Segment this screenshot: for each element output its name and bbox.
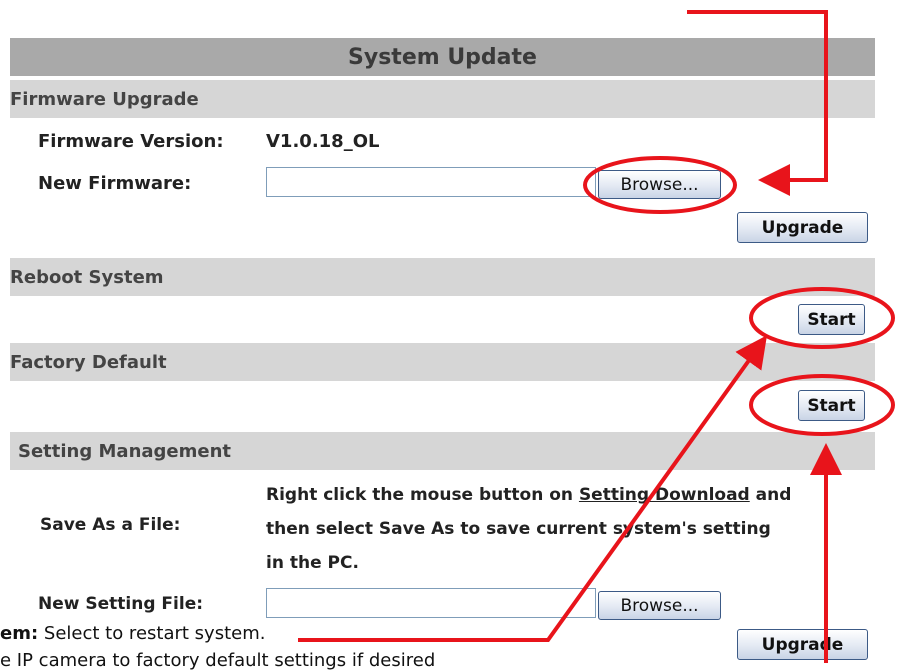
reboot-start-button[interactable]: Start	[798, 304, 865, 335]
save-as-file-label: Save As a File:	[40, 515, 181, 535]
section-label: Reboot System	[10, 266, 164, 288]
save-text-1: Right click the mouse button on	[266, 485, 579, 505]
firmware-version-label: Firmware Version:	[38, 131, 224, 152]
section-setting-management: Setting Management	[10, 432, 875, 470]
section-label: Factory Default	[10, 351, 167, 373]
reboot-caption: em: Select to restart system.	[0, 623, 265, 644]
new-setting-file-label: New Setting File:	[38, 594, 204, 614]
reboot-caption-text: Select to restart system.	[38, 623, 266, 644]
reboot-caption-bold: em:	[0, 623, 39, 644]
setting-file-input[interactable]	[266, 588, 596, 618]
save-text-2: and	[749, 485, 792, 505]
section-label: Firmware Upgrade	[10, 88, 199, 110]
save-instructions: Right click the mouse button on Setting …	[266, 478, 866, 580]
firmware-upgrade-button[interactable]: Upgrade	[737, 212, 868, 243]
setting-upgrade-button[interactable]: Upgrade	[737, 629, 868, 660]
section-reboot-system: Reboot System	[10, 258, 875, 296]
firmware-version-value: V1.0.18_OL	[266, 131, 380, 152]
setting-browse-button[interactable]: Browse...	[598, 591, 721, 620]
setting-download-link[interactable]: Setting Download	[579, 485, 750, 505]
save-text-3: then select Save As to save current syst…	[266, 519, 771, 539]
section-label: Setting Management	[18, 440, 232, 462]
section-firmware-upgrade: Firmware Upgrade	[10, 80, 875, 118]
page-title: System Update	[10, 38, 875, 76]
firmware-browse-button[interactable]: Browse...	[598, 170, 721, 199]
section-factory-default: Factory Default	[10, 343, 875, 381]
factory-caption: e IP camera to factory default settings …	[0, 650, 436, 671]
factory-start-button[interactable]: Start	[798, 390, 865, 421]
new-firmware-label: New Firmware:	[38, 173, 192, 194]
firmware-file-input[interactable]	[266, 167, 596, 197]
save-text-4: in the PC.	[266, 553, 359, 573]
